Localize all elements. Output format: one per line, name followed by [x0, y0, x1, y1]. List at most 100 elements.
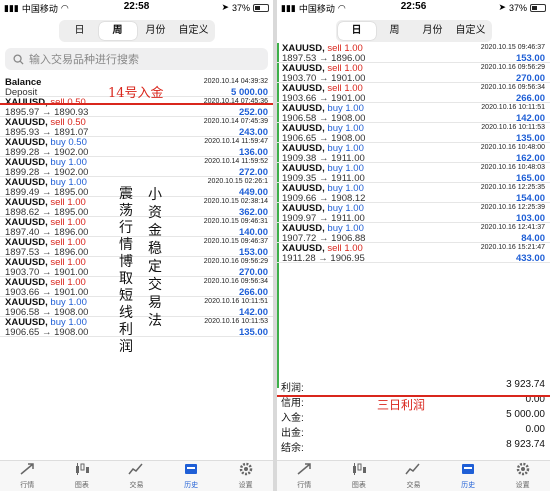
trade-row[interactable]: XAUUSD, sell 1.00 2020.10.15 09:46:37 1897… — [277, 43, 550, 64]
period-segmented-control: 日 周 月份 自定义 — [58, 20, 215, 42]
tab-trade[interactable]: 交易 — [386, 461, 441, 491]
trade-date: 2020.10.16 12:25:35 — [480, 184, 545, 191]
location-icon: ➤ — [498, 2, 506, 12]
trade-date: 2020.10.15 09:46:37 — [480, 44, 545, 51]
price-range: 1906.65 → 1908.00 — [5, 327, 88, 338]
trade-date: 2020.10.16 10:11:53 — [481, 124, 545, 131]
trade-date: 2020.10.15 09:46:31 — [203, 218, 268, 225]
tab-settings[interactable]: 设置 — [495, 461, 550, 491]
deposit-underline — [0, 103, 273, 105]
summary-label: 出金: — [281, 428, 304, 439]
tab-chart[interactable]: 图表 — [55, 461, 110, 491]
trade-row[interactable]: XAUUSD, buy 1.00 2020.10.14 11:59:52 1899.… — [0, 157, 273, 178]
trade-row[interactable]: XAUUSD, buy 1.00 2020.10.16 12:25:39 1909.… — [277, 203, 550, 224]
trade-date: 2020.10.15 02:38:14 — [203, 198, 268, 205]
tab-chart[interactable]: 图表 — [332, 461, 387, 491]
trade-row[interactable]: XAUUSD, sell 1.00 2020.10.16 09:56:34 1903… — [0, 277, 273, 298]
trade-row[interactable]: XAUUSD, buy 1.00 2020.10.16 10:11:51 1906.… — [277, 103, 550, 124]
trade-row[interactable]: XAUUSD, buy 0.50 2020.10.14 11:59:47 1899.… — [0, 137, 273, 158]
close-price: 1906.95 — [330, 253, 365, 264]
segment-custom[interactable]: 自定义 — [452, 22, 490, 40]
summary-row: 结余: 8 923.74 — [277, 438, 550, 454]
open-price: 1906.65 — [5, 327, 40, 338]
trade-date: 2020.10.16 09:56:29 — [480, 64, 545, 71]
segment-custom[interactable]: 自定义 — [175, 22, 213, 40]
summary-value: 3 923.74 — [506, 379, 545, 390]
segment-month[interactable]: 月份 — [414, 22, 452, 40]
trade-row[interactable]: XAUUSD, sell 0.50 2020.10.14 07:45:39 1895… — [0, 117, 273, 138]
tab-quotes[interactable]: 行情 — [0, 461, 55, 491]
summary-value: 0.00 — [525, 424, 545, 435]
settings-icon — [238, 462, 254, 480]
tab-quotes[interactable]: 行情 — [277, 461, 332, 491]
chart-icon — [351, 462, 367, 480]
trade-row[interactable]: XAUUSD, sell 1.00 2020.10.15 09:46:37 1897… — [0, 237, 273, 258]
tab-trade[interactable]: 交易 — [109, 461, 164, 491]
bottom-tab-bar: 行情 图表 交易 历史 设置 — [0, 460, 273, 491]
history-icon — [460, 462, 476, 480]
tab-history[interactable]: 历史 — [441, 461, 496, 491]
tab-settings[interactable]: 设置 — [218, 461, 273, 491]
trade-date: 2020.10.16 10:48:00 — [480, 144, 545, 151]
trade-row[interactable]: XAUUSD, sell 1.00 2020.10.16 09:56:29 1903… — [277, 63, 550, 84]
arrow-icon: → — [315, 253, 331, 264]
trade-row[interactable]: XAUUSD, buy 1.00 2020.10.16 12:25:35 1909.… — [277, 183, 550, 204]
trade-date: 2020.10.15 02:26:1 — [207, 178, 268, 185]
profit-value: 135.00 — [238, 327, 268, 338]
status-bar: ▮▮▮ 中国移动 ◠ 22:58 ➤ 37% — [0, 0, 273, 16]
trade-date: 2020.10.16 10:11:51 — [204, 298, 268, 305]
quotes-icon — [296, 462, 312, 480]
battery-icon — [253, 3, 269, 12]
trade-row[interactable]: XAUUSD, sell 1.00 2020.10.16 09:56:29 1903… — [0, 257, 273, 278]
battery-percent: 37% — [231, 2, 250, 13]
trade-row[interactable]: XAUUSD, buy 1.00 2020.10.16 10:11:51 1906.… — [0, 297, 273, 318]
arrow-icon: → — [39, 327, 55, 338]
tab-label: 图表 — [74, 482, 89, 489]
bottom-tab-bar: 行情 图表 交易 历史 设置 — [277, 460, 550, 491]
quotes-icon — [19, 462, 35, 480]
summary-label: 利润: — [281, 383, 304, 394]
trade-row[interactable]: XAUUSD, buy 1.00 2020.10.16 12:41:37 1907.… — [277, 223, 550, 244]
segment-month[interactable]: 月份 — [137, 22, 175, 40]
history-icon — [183, 462, 199, 480]
summary-row: 出金: 0.00 — [277, 423, 550, 439]
trade-row[interactable]: XAUUSD, sell 1.00 2020.10.16 09:56:34 1903… — [277, 83, 550, 104]
trade-date: 2020.10.15 09:46:37 — [203, 238, 268, 245]
trade-date: 2020.10.16 15:21:47 — [480, 244, 545, 251]
settings-icon — [515, 462, 531, 480]
tab-history[interactable]: 历史 — [164, 461, 219, 491]
trade-icon — [128, 462, 144, 480]
profit-value: 433.00 — [515, 253, 545, 264]
tab-label: 设置 — [515, 482, 530, 489]
summary-label: 结余: — [281, 443, 304, 454]
trade-row[interactable]: XAUUSD, buy 1.00 2020.10.16 10:11:53 1906.… — [277, 123, 550, 144]
trade-row[interactable]: XAUUSD, buy 1.00 2020.10.16 10:48:03 1909.… — [277, 163, 550, 184]
strategy-annotation-2: 震荡行情博取短线利润 — [119, 186, 133, 355]
open-price: 1911.28 — [282, 253, 316, 264]
segment-week[interactable]: 周 — [376, 22, 414, 40]
tab-label: 设置 — [238, 482, 253, 489]
battery-percent: 37% — [508, 2, 527, 13]
price-range: 1911.28 → 1906.95 — [282, 253, 365, 264]
right-phone-screen: ▮▮▮ 中国移动 ◠ 22:56 ➤ 37% 日 周 月份 自定义 XAUUSD, s… — [277, 0, 550, 491]
segment-week[interactable]: 周 — [98, 22, 137, 40]
trade-row[interactable]: XAUUSD, buy 1.00 2020.10.16 10:11:53 1906.… — [0, 317, 273, 338]
trade-row[interactable]: XAUUSD, sell 1.00 2020.10.15 02:38:14 1898… — [0, 197, 273, 218]
trade-row[interactable]: XAUUSD, sell 1.00 2020.10.15 09:46:31 1897… — [0, 217, 273, 238]
trade-date: 2020.10.16 09:56:34 — [480, 84, 545, 91]
trade-date: 2020.10.16 12:25:39 — [480, 204, 545, 211]
segment-day[interactable]: 日 — [61, 22, 99, 40]
status-bar: ▮▮▮ 中国移动 ◠ 22:56 ➤ 37% — [277, 0, 550, 16]
trade-date: 2020.10.16 09:56:34 — [203, 278, 268, 285]
trade-row[interactable]: XAUUSD, sell 1.00 2020.10.16 15:21:47 1911… — [277, 243, 550, 264]
trade-date: 2020.10.14 07:45:39 — [203, 118, 268, 125]
trade-date: 2020.10.14 11:59:52 — [204, 158, 268, 165]
trade-row[interactable]: XAUUSD, buy 1.00 2020.10.15 02:26:1 1899.4… — [0, 177, 273, 198]
segment-day[interactable]: 日 — [337, 22, 376, 40]
tab-label: 行情 — [297, 482, 312, 489]
close-price: 1908.00 — [54, 327, 89, 338]
trade-date: 2020.10.16 09:56:29 — [203, 258, 268, 265]
left-phone-screen: ▮▮▮ 中国移动 ◠ 22:58 ➤ 37% 日 周 月份 自定义 输入交易品种进行搜… — [0, 0, 273, 491]
trade-row[interactable]: XAUUSD, buy 1.00 2020.10.16 10:48:00 1909.… — [277, 143, 550, 164]
search-input[interactable]: 输入交易品种进行搜索 — [5, 48, 268, 70]
